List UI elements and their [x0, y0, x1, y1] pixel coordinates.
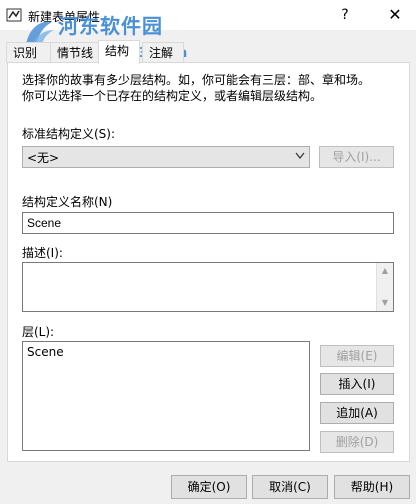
list-item[interactable]: Scene	[27, 345, 64, 359]
intro-line-2: 你可以选择一个已存在的结构定义，或者编辑层级结构。	[22, 89, 323, 103]
tab-plotline[interactable]: 情节线	[50, 42, 104, 63]
levels-label: 层(L):	[22, 325, 55, 339]
structure-name-label: 结构定义名称(N)	[22, 195, 113, 209]
help-button[interactable]: 帮助(H)	[334, 475, 410, 499]
delete-level-button[interactable]: 删除(D)	[320, 431, 394, 453]
structure-def-select[interactable]: <无>	[22, 146, 310, 168]
append-level-button[interactable]: 追加(A)	[320, 402, 394, 424]
help-title-button[interactable]: ?	[328, 2, 362, 28]
description-textarea[interactable]: ▲ ▼	[22, 262, 394, 312]
insert-level-button[interactable]: 插入(I)	[320, 373, 394, 395]
structure-name-input[interactable]	[22, 212, 394, 234]
tab-structure[interactable]: 结构	[98, 40, 140, 64]
app-icon	[6, 8, 22, 22]
cancel-button[interactable]: 取消(C)	[252, 475, 328, 499]
close-button[interactable]: ✕	[378, 2, 412, 28]
window-title: 新建表单属性	[28, 10, 101, 24]
scroll-up-icon[interactable]: ▲	[377, 263, 393, 279]
title-bar: 新建表单属性 ? ✕	[0, 0, 416, 30]
tab-identify[interactable]: 识别	[6, 42, 52, 63]
description-label: 描述(I):	[22, 246, 63, 260]
edit-level-button[interactable]: 编辑(E)	[320, 345, 394, 367]
tab-notes[interactable]: 注解	[142, 42, 184, 63]
structure-def-value: <无>	[27, 151, 60, 165]
ok-button[interactable]: 确定(O)	[171, 475, 247, 499]
structure-panel: 选择你的故事有多少层结构。如，你可能会有三层：部、章和场。 你可以选择一个已存在…	[7, 62, 410, 462]
scroll-down-icon[interactable]: ▼	[377, 295, 393, 311]
chevron-down-icon	[295, 152, 305, 159]
import-button[interactable]: 导入(I)...	[319, 146, 394, 168]
levels-list[interactable]: Scene	[22, 341, 310, 451]
structure-def-label: 标准结构定义(S):	[22, 127, 116, 141]
intro-line-1: 选择你的故事有多少层结构。如，你可能会有三层：部、章和场。	[22, 73, 371, 87]
description-scrollbar[interactable]: ▲ ▼	[376, 263, 393, 311]
